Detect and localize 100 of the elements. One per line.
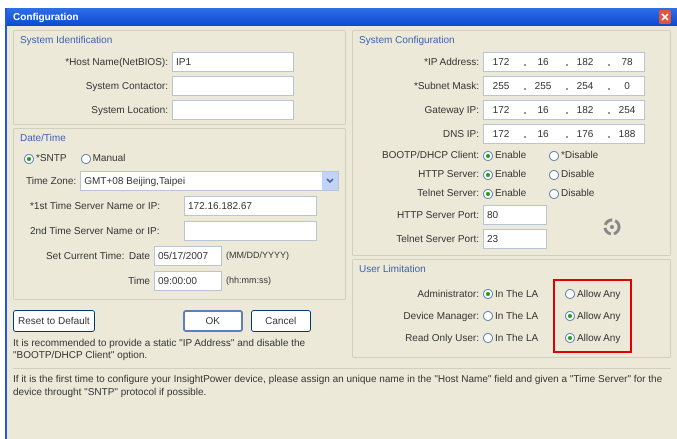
field-label: Gateway IP: xyxy=(424,104,479,118)
field-label: DNS IP: xyxy=(442,128,479,142)
close-button[interactable] xyxy=(659,10,671,24)
radio-button[interactable] xyxy=(565,311,575,321)
format-hint: (hh:mm:ss) xyxy=(226,274,271,288)
field-label: Set Current Time: xyxy=(46,250,124,264)
ip-octet: 254 xyxy=(618,104,636,118)
field-label: Time Zone: xyxy=(26,174,76,188)
radio-label: In The LA xyxy=(495,288,538,302)
ip-octet: 255 xyxy=(534,80,552,94)
input-field[interactable]: 80 xyxy=(483,205,547,225)
ip-octet: 16 xyxy=(536,56,550,70)
group-title: System Identification xyxy=(20,34,114,48)
radio-button[interactable] xyxy=(483,150,493,160)
radio-button[interactable] xyxy=(483,188,493,198)
radio-button[interactable] xyxy=(24,154,34,164)
ip-octet: 0 xyxy=(623,80,631,94)
group-title: User Limitation xyxy=(359,263,427,277)
group-title: System Configuration xyxy=(359,34,456,48)
field-label: Telnet Server Port: xyxy=(395,232,479,246)
dropdown-value: GMT+08 Beijing,Taipei xyxy=(84,174,186,188)
field-label: HTTP Server Port: xyxy=(396,208,479,222)
input-field[interactable]: 172.16.182.67 xyxy=(184,196,317,216)
close-icon xyxy=(661,13,669,21)
field-label: Telnet Server: xyxy=(416,187,479,201)
field-label: 2nd Time Server Name or IP: xyxy=(30,224,160,238)
dot-separator-icon xyxy=(608,88,610,90)
radio-button[interactable] xyxy=(483,170,493,180)
field-label: Date xyxy=(128,250,150,264)
radio-button[interactable] xyxy=(483,311,493,321)
radio-label: Enable xyxy=(495,149,526,163)
dot-separator-icon xyxy=(566,112,568,114)
dot-separator-icon xyxy=(524,64,526,66)
ip-octet: 182 xyxy=(576,56,594,70)
radio-label: Disable xyxy=(561,168,594,182)
field-label: Administrator: xyxy=(416,288,479,302)
input-field[interactable] xyxy=(184,221,317,241)
radio-label: Allow Any xyxy=(577,332,620,346)
radio-button[interactable] xyxy=(549,150,559,160)
ok-button[interactable]: OK xyxy=(182,310,243,332)
time-zone-dropdown[interactable]: GMT+08 Beijing,Taipei xyxy=(80,171,339,191)
radio-label: Enable xyxy=(495,187,526,201)
field-label: Read Only User: xyxy=(404,332,479,346)
field-label: *Host Name(NetBIOS): xyxy=(64,56,168,70)
ip-octet: 188 xyxy=(618,128,636,142)
reset-button[interactable]: Reset to Default xyxy=(13,310,95,332)
radio-label: Enable xyxy=(495,168,526,182)
dot-separator-icon xyxy=(608,64,610,66)
dropdown-arrow-button[interactable] xyxy=(322,172,338,190)
field-label: *IP Address: xyxy=(423,56,479,70)
input-field[interactable]: IP1 xyxy=(172,52,294,72)
format-hint: (MM/DD/YYYY) xyxy=(226,249,289,262)
radio-label: Manual xyxy=(92,152,126,166)
refresh-icon[interactable] xyxy=(601,216,623,238)
field-label: Device Manager: xyxy=(402,310,479,324)
ip-address-field[interactable]: 172 16 182 254 xyxy=(483,100,645,120)
ip-octet: 176 xyxy=(576,128,594,142)
ip-octet: 254 xyxy=(576,80,594,94)
input-field[interactable] xyxy=(172,76,294,96)
field-label: *Subnet Mask: xyxy=(412,80,479,94)
input-field[interactable] xyxy=(172,100,294,120)
ip-octet: 16 xyxy=(536,128,550,142)
ip-octet: 172 xyxy=(492,128,510,142)
recommendation-note: It is recommended to provide a static "IP Address" and disable the "BOOTP/DHCP Client" option. xyxy=(13,338,306,362)
radio-button[interactable] xyxy=(80,154,91,164)
dot-separator-icon xyxy=(566,136,568,138)
radio-button[interactable] xyxy=(549,188,559,198)
cancel-button[interactable]: Cancel xyxy=(250,310,311,332)
ip-octet: 255 xyxy=(492,80,510,94)
field-label: System Location: xyxy=(90,104,168,118)
ip-address-field[interactable]: 255 255 254 0 xyxy=(483,76,645,96)
radio-button[interactable] xyxy=(483,289,493,299)
radio-label: *Disable xyxy=(561,149,598,163)
ip-octet: 172 xyxy=(492,56,510,70)
field-label: *1st Time Server Name or IP: xyxy=(30,200,162,214)
input-field[interactable]: 09:00:00 xyxy=(154,271,222,291)
radio-button[interactable] xyxy=(483,333,493,343)
radio-label: In The LA xyxy=(495,310,538,324)
group-title: Date/Time xyxy=(20,132,67,146)
field-label: HTTP Server: xyxy=(417,168,479,182)
window-title: Configuration xyxy=(13,10,79,24)
ip-octet: 16 xyxy=(536,104,550,118)
ip-address-field[interactable]: 172 16 176 188 xyxy=(483,124,645,144)
input-field[interactable]: 23 xyxy=(483,229,547,249)
radio-button[interactable] xyxy=(565,289,575,299)
radio-button[interactable] xyxy=(565,333,575,343)
dot-separator-icon xyxy=(608,136,610,138)
dot-separator-icon xyxy=(524,136,526,138)
footer-note: If it is the first time to configure your InsightPower device, please assign an unique name in the "Host Name" field and given a "Time Server" for the device throught "SNTP" protocol if possible. xyxy=(13,373,664,399)
radio-label: Disable xyxy=(561,187,594,201)
radio-label: In The LA xyxy=(495,332,538,346)
ip-octet: 78 xyxy=(620,56,634,70)
ip-octet: 182 xyxy=(576,104,594,118)
radio-button[interactable] xyxy=(549,170,559,180)
chevron-down-icon xyxy=(326,178,334,184)
ip-address-field[interactable]: 172 16 182 78 xyxy=(483,52,645,72)
dot-separator-icon xyxy=(524,88,526,90)
field-label: System Contactor: xyxy=(84,80,168,94)
input-field[interactable]: 05/17/2007 xyxy=(154,246,222,266)
radio-label: Allow Any xyxy=(577,288,620,302)
